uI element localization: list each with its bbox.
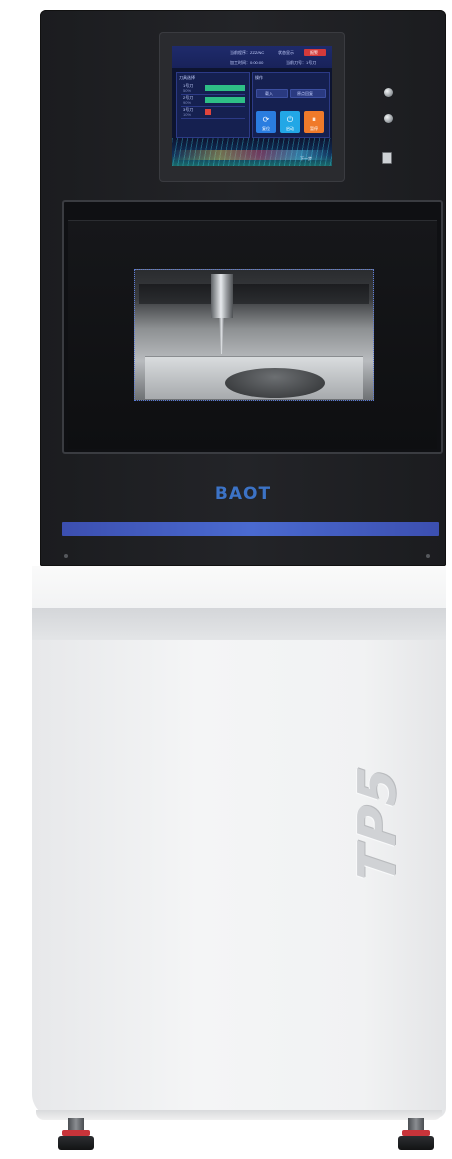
tool-level-bar	[205, 97, 245, 103]
pause-button[interactable]: ⏸ 暂停	[304, 111, 324, 133]
touchscreen[interactable]: 当前程序：ZZZ/NC 状态显示 报警 加工时间：0:00:00 当前刀号：1号…	[172, 46, 332, 166]
indicator-light-bottom	[384, 114, 393, 123]
time-label: 加工时间：0:00:00	[230, 60, 264, 65]
alarm-button[interactable]: 报警	[304, 49, 326, 56]
screw	[64, 554, 68, 558]
milling-bit	[219, 318, 224, 354]
model-label: TP5	[348, 762, 408, 887]
indicator-light-top	[384, 88, 393, 97]
tool-panel: 刀具选择 1号刀 50% 2号刀 90% 3号刀 10%	[176, 72, 250, 138]
status-label: 状态显示	[278, 50, 294, 55]
reset-button[interactable]: ⟳ 复位	[256, 111, 276, 133]
cabinet-shelf-edge	[32, 608, 446, 640]
screw	[426, 554, 430, 558]
operations-title: 操作	[255, 75, 263, 80]
tool-label: 当前刀号：1号刀	[286, 60, 317, 65]
start-button[interactable]: ⏻ 启动	[280, 111, 300, 133]
brand-stripe	[62, 522, 439, 536]
brand-logo: BAOT	[214, 484, 272, 504]
refresh-icon: ⟳	[262, 115, 270, 124]
tool-row[interactable]: 3号刀 10%	[181, 107, 245, 119]
milling-chamber	[134, 269, 374, 401]
next-step-link[interactable]: 下一步	[300, 156, 312, 161]
tool-panel-title: 刀具选择	[179, 75, 195, 80]
load-button[interactable]: 载入	[256, 89, 288, 98]
usb-port[interactable]	[382, 152, 392, 164]
power-icon: ⏻	[286, 115, 294, 124]
tool-row[interactable]: 1号刀 50%	[181, 83, 245, 95]
origin-return-button[interactable]: 原点回复	[290, 89, 326, 98]
milling-machine: 当前程序：ZZZ/NC 状态显示 报警 加工时间：0:00:00 当前刀号：1号…	[0, 0, 452, 1159]
cabinet-top-shelf	[32, 566, 446, 608]
tool-row[interactable]: 2号刀 90%	[181, 95, 245, 107]
pause-icon: ⏸	[312, 115, 316, 124]
operations-panel: 操作 载入 原点回复 ⟳ 复位 ⏻ 启动 ⏸ 暂停	[252, 72, 330, 138]
tool-level-bar	[205, 85, 245, 91]
cabinet-base	[36, 1110, 442, 1120]
spindle	[211, 274, 233, 318]
tool-level-bar	[205, 109, 211, 115]
gantry-rail	[139, 284, 369, 304]
upper-cabinet: 当前程序：ZZZ/NC 状态显示 报警 加工时间：0:00:00 当前刀号：1号…	[40, 10, 446, 566]
screen-header: 当前程序：ZZZ/NC 状态显示 报警 加工时间：0:00:00 当前刀号：1号…	[172, 46, 332, 68]
leveling-foot	[56, 1118, 96, 1152]
program-label: 当前程序：ZZZ/NC	[230, 50, 265, 55]
blank-disc	[225, 368, 325, 398]
door-window	[68, 220, 437, 449]
leveling-foot	[396, 1118, 436, 1152]
touchscreen-bezel: 当前程序：ZZZ/NC 状态显示 报警 加工时间：0:00:00 当前刀号：1号…	[159, 32, 345, 182]
chamber-door[interactable]	[62, 200, 443, 454]
